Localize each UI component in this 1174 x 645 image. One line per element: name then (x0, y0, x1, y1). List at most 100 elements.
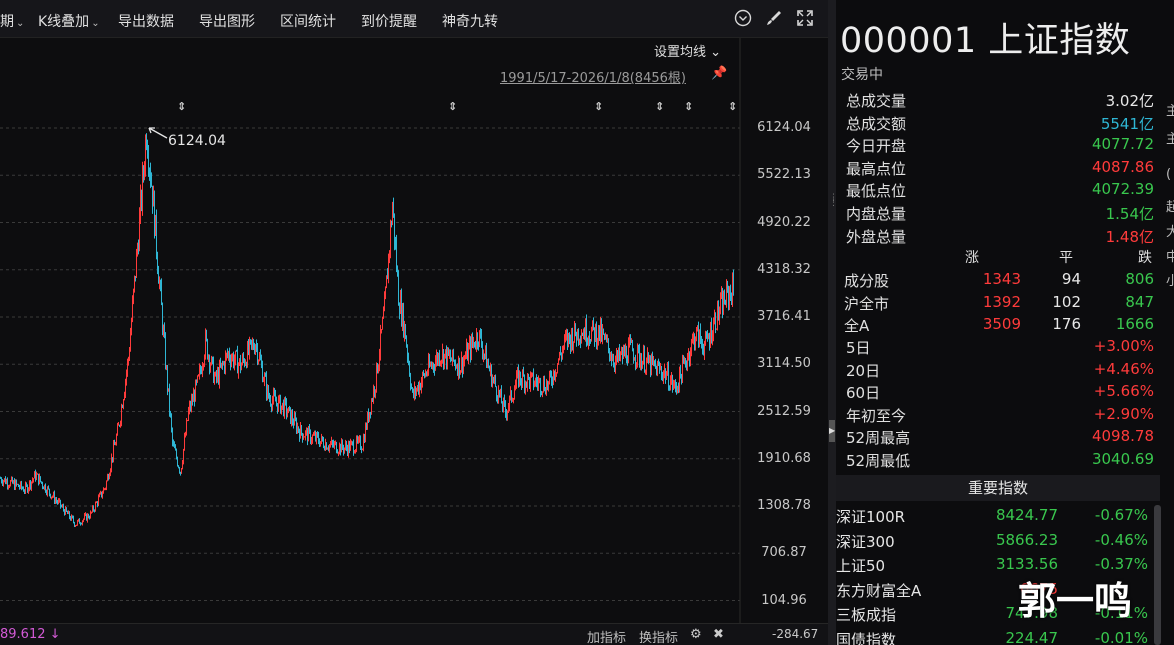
peak-arrow-icon (148, 127, 168, 139)
chevron-down-icon: ⌄ (710, 45, 722, 60)
stat-label: 总成交量 (846, 92, 907, 110)
perf-row: 5日 +3.00% (836, 337, 1158, 359)
stat-row: 内盘总量 1.54亿 (836, 203, 1158, 225)
magic-nine-button[interactable]: 神奇九转 (442, 11, 498, 31)
kline-chart-canvas (0, 38, 741, 623)
index-name: 国债指数 (836, 631, 897, 645)
kline-overlay-label: K线叠加 (38, 14, 90, 30)
stat-value: 3.02亿 (1105, 92, 1154, 110)
brush-icon[interactable] (764, 9, 784, 29)
perf-value: 4098.78 (1091, 427, 1154, 446)
switch-indicator-button[interactable]: 换指标 (639, 627, 678, 645)
perf-row: 52周最低 3040.69 (836, 450, 1158, 472)
panel-splitter[interactable] (828, 0, 836, 645)
index-name: 三板成指 (836, 606, 897, 625)
event-marker-icon[interactable]: ⇕ (684, 100, 693, 113)
breadth-label: 沪全市 (844, 294, 890, 313)
index-row[interactable]: 深证100R 8424.77 -0.67% (836, 506, 1158, 530)
event-marker-icon[interactable]: ⇕ (594, 100, 603, 113)
export-graph-button[interactable]: 导出图形 (199, 11, 255, 31)
quote-panel: 000001 上证指数 交易中 总成交量 3.02亿 总成交额 5541亿 今日开盘 40… (836, 0, 1166, 645)
breadth-row: 沪全市 1392 102 847 (836, 293, 1166, 315)
range-stats-button[interactable]: 区间统计 (280, 11, 336, 31)
ma-setting-button[interactable]: 设置均线 ⌄ (654, 41, 721, 60)
perf-label: 年初至今 (846, 406, 907, 425)
perf-value: +2.90% (1093, 404, 1154, 423)
ma-setting-label: 设置均线 (654, 45, 707, 60)
event-marker-icon[interactable]: ⇕ (655, 100, 664, 113)
index-row[interactable]: 三板成指 747.98 -0.11% (836, 604, 1158, 628)
price-alert-button[interactable]: 到价提醒 (361, 11, 417, 31)
resize-grip-icon[interactable]: ⋮ ⋮ (829, 194, 838, 210)
perf-row: 52周最高 4098.78 (836, 427, 1158, 449)
fullscreen-icon[interactable] (795, 9, 815, 29)
event-marker-icon[interactable]: ⇕ (728, 100, 737, 113)
clipped-text: 主 (1166, 132, 1174, 147)
event-marker-icon[interactable]: ⇕ (448, 100, 457, 113)
price-tick-label: 4318.32 (757, 261, 811, 277)
breadth-flat: 94 (1061, 270, 1081, 288)
kline-chart[interactable] (0, 38, 828, 623)
peak-price-label: 6124.04 (168, 133, 226, 149)
chevron-down-icon: ⌄ (16, 18, 25, 29)
clipped-side-panel: 主 主 ( 起 大 中 小 (1166, 0, 1174, 645)
index-row[interactable]: 上证50 3133.56 -0.37% (836, 555, 1158, 579)
price-tick-label: 4920.22 (757, 214, 811, 230)
app-window: 周期⌄ K线叠加⌄ 导出数据 导出图形 区间统计 到价提醒 神奇九转 设置均线 … (0, 0, 1174, 645)
price-tick-label: 706.87 (761, 545, 807, 561)
event-marker-icon[interactable]: ⇕ (177, 100, 186, 113)
price-tick-label: 2512.59 (757, 403, 811, 419)
breadth-flat: 176 (1052, 315, 1081, 334)
index-name: 深证100R (836, 508, 906, 526)
index-change: -0.37% (1094, 555, 1148, 574)
stat-row: 总成交量 3.02亿 (836, 90, 1158, 112)
index-name: 深证300 (836, 532, 895, 551)
index-name: 上证50 (836, 557, 886, 576)
indices-scrollbar[interactable] (1154, 505, 1161, 645)
clipped-text: 中 (1166, 250, 1174, 265)
gear-icon[interactable]: ⚙ (690, 627, 702, 642)
chevron-circle-icon[interactable] (733, 9, 753, 29)
index-change: -0.46% (1094, 530, 1148, 549)
stat-row: 最低点位 4072.39 (836, 180, 1158, 202)
perf-label: 52周最低 (846, 452, 911, 470)
bottom-price-tick: -284.67 (772, 627, 819, 641)
add-indicator-button[interactable]: 加指标 (587, 627, 626, 645)
stat-value: 1.48亿 (1105, 227, 1154, 246)
kline-overlay-menu[interactable]: K线叠加 ⌄ (38, 11, 100, 31)
perf-value: +4.46% (1093, 359, 1154, 378)
index-change: -0.01% (1094, 629, 1148, 645)
perf-value: +3.00% (1093, 337, 1154, 355)
collapse-panel-icon[interactable]: ▶ (829, 420, 835, 442)
perf-label: 20日 (846, 361, 881, 380)
breadth-flat: 102 (1052, 292, 1081, 311)
date-range-label[interactable]: 1991/5/17-2026/1/8(8456根) (500, 67, 686, 86)
breadth-label: 全A (844, 317, 870, 336)
stat-value: 4077.72 (1091, 135, 1154, 154)
period-label: 周期 (0, 14, 14, 30)
perf-label: 5日 (846, 339, 871, 357)
index-row[interactable]: 国债指数 224.47 -0.01% (836, 629, 1158, 645)
index-row[interactable]: 深证300 5866.23 -0.46% (836, 531, 1158, 555)
stat-label: 内盘总量 (846, 205, 907, 223)
perf-value: +5.66% (1093, 382, 1154, 401)
stock-title: 000001 上证指数 (840, 21, 1131, 61)
export-data-button[interactable]: 导出数据 (118, 11, 174, 31)
close-icon[interactable]: ✖ (713, 627, 724, 642)
breadth-row: 成分股 1343 94 806 (836, 270, 1166, 292)
clipped-text: 主 (1166, 104, 1174, 119)
stat-value: 5541亿 (1100, 114, 1154, 133)
perf-row: 20日 +4.46% (836, 360, 1158, 382)
pin-icon[interactable]: 📌 (711, 66, 727, 81)
trading-status: 交易中 (841, 67, 883, 83)
index-price: 8424.77 (995, 506, 1058, 524)
index-row[interactable]: 东方财富全A 6675 (836, 580, 1158, 604)
chevron-down-icon: ⌄ (91, 18, 100, 29)
breadth-header-up: 涨 (965, 250, 979, 266)
breadth-up: 3509 (982, 315, 1021, 334)
index-change: -0.67% (1094, 506, 1148, 524)
price-tick-label: 104.96 (761, 592, 807, 608)
perf-row: 60日 +5.66% (836, 382, 1158, 404)
period-menu[interactable]: 周期⌄ (0, 11, 24, 31)
breadth-down: 847 (1125, 292, 1154, 311)
